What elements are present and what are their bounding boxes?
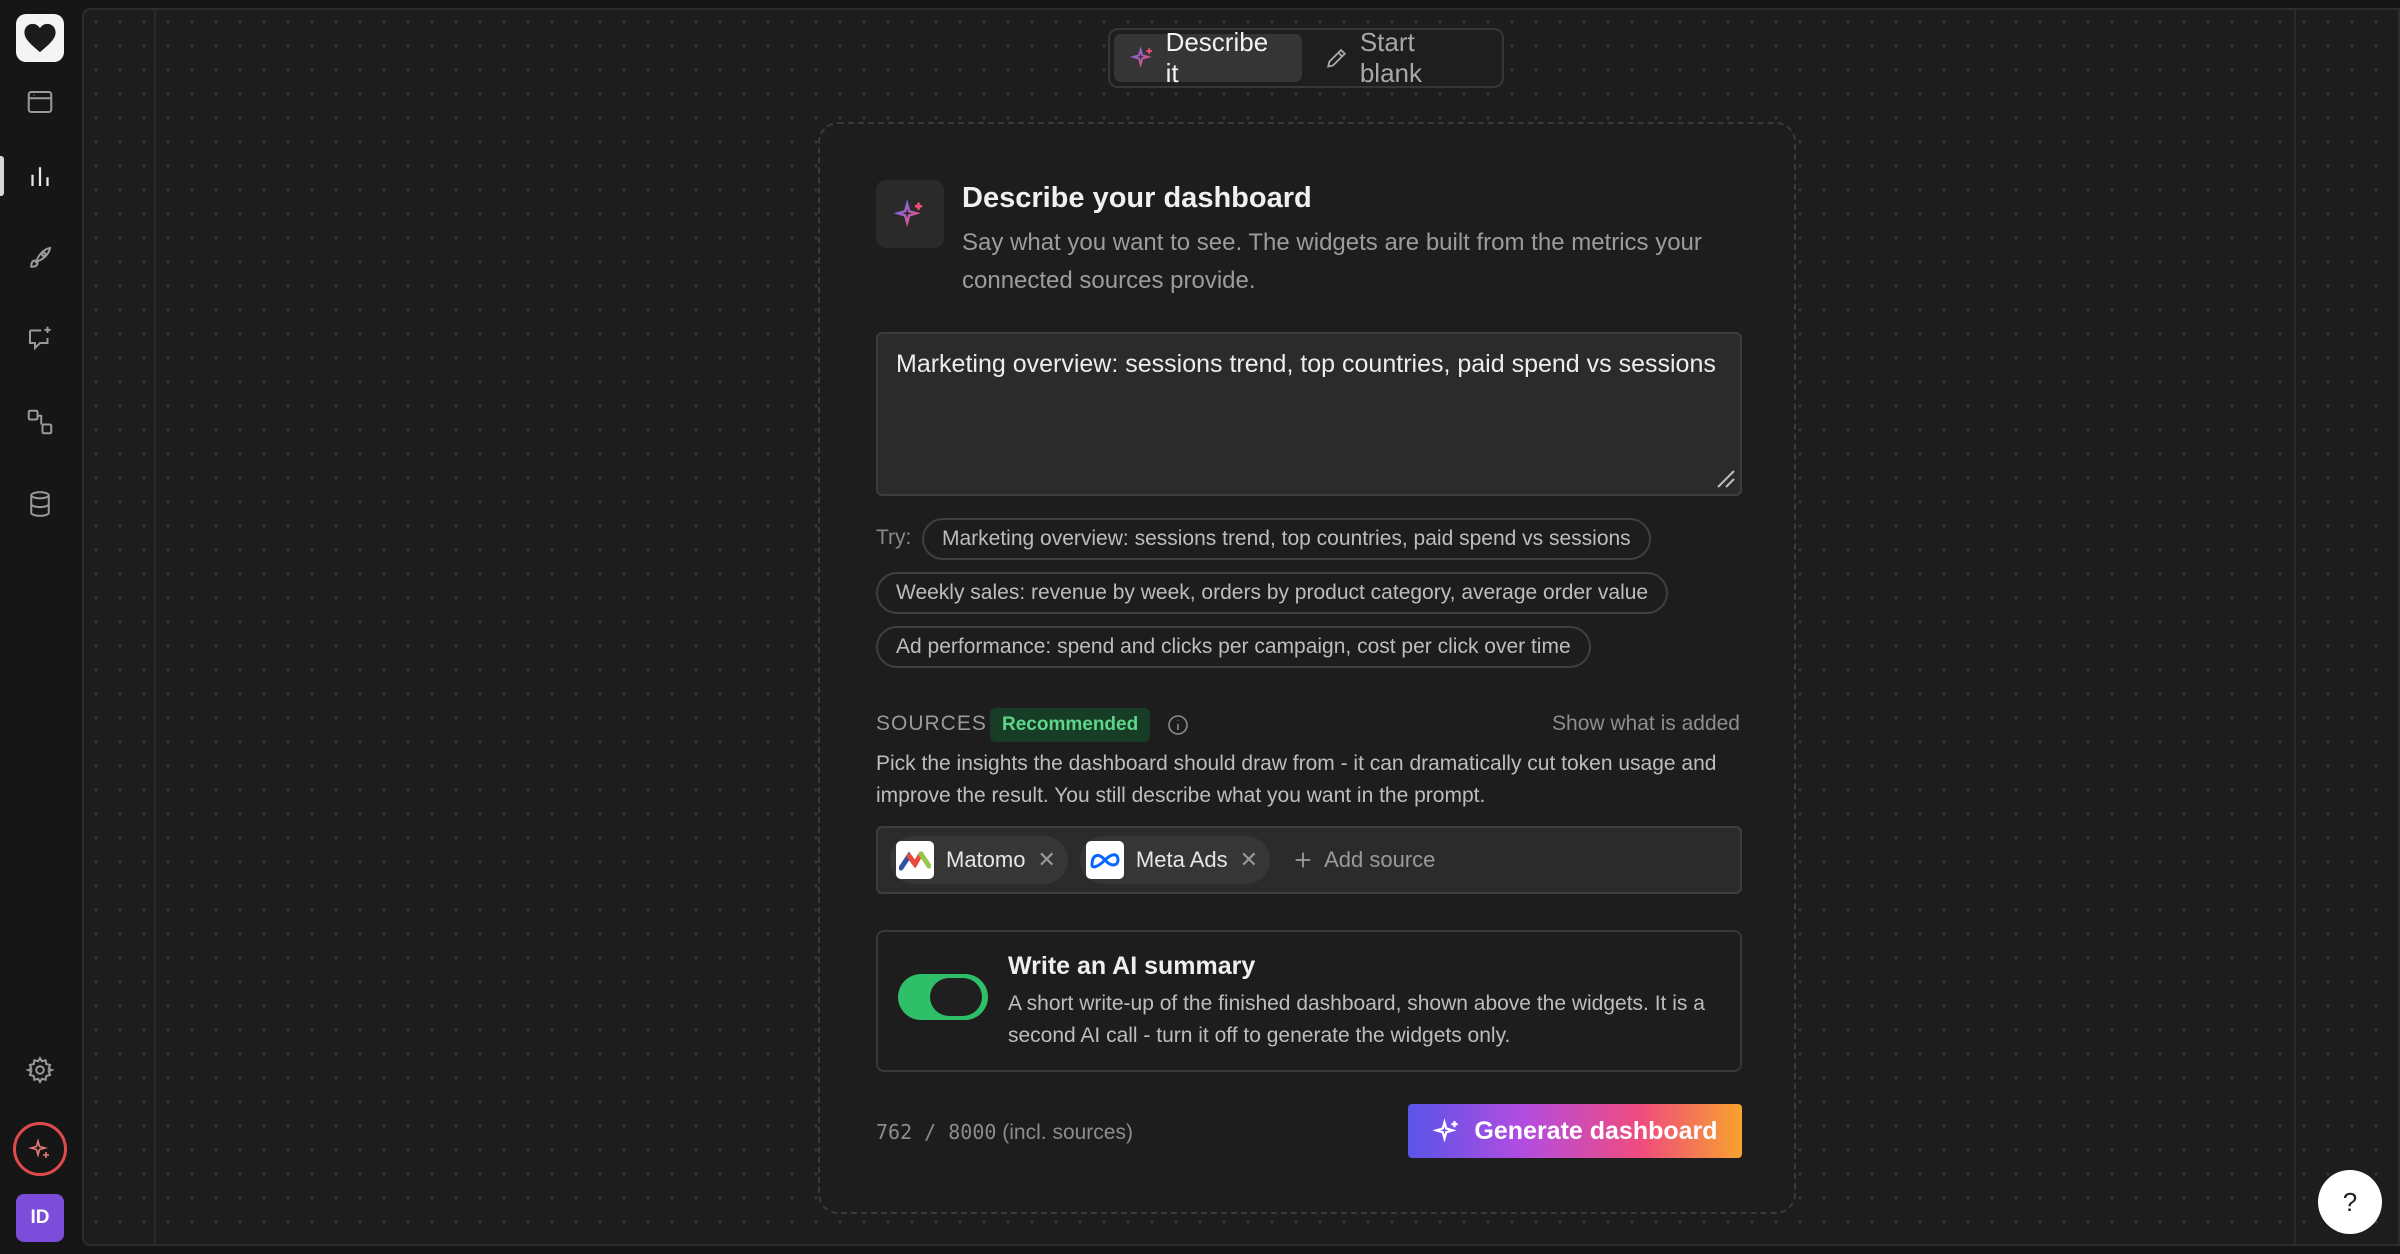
gear-icon — [25, 1056, 55, 1084]
sources-input[interactable]: Matomo ✕ Meta Ads ✕ Add source — [876, 826, 1742, 894]
plus-icon — [1295, 852, 1311, 868]
sources-label: SOURCES — [876, 712, 987, 735]
ai-summary-description: A short write-up of the finished dashboa… — [1008, 992, 1705, 1047]
canvas-guide-right — [2294, 10, 2296, 1244]
describe-dashboard-card: Describe your dashboard Say what you wan… — [818, 122, 1796, 1214]
card-sparkle-icon — [876, 180, 944, 248]
char-count-value: 762 / 8000 — [876, 1120, 997, 1144]
prompt-input[interactable]: Marketing overview: sessions trend, top … — [876, 332, 1742, 496]
show-what-is-added-link[interactable]: Show what is added — [1552, 712, 1740, 736]
suggestion-chip[interactable]: Weekly sales: revenue by week, orders by… — [876, 572, 1669, 614]
card-title: Describe your dashboard — [962, 182, 1312, 214]
ai-summary-toggle[interactable] — [898, 974, 988, 1020]
add-source-button[interactable]: Add source — [1292, 847, 1435, 873]
sidebar-item-pages[interactable] — [18, 80, 62, 124]
active-indicator — [0, 156, 4, 196]
sparkle-icon — [28, 1137, 49, 1159]
add-source-label: Add source — [1324, 847, 1436, 872]
ai-summary-option: Write an AI summary A short write-up of … — [876, 930, 1742, 1072]
info-icon[interactable] — [1166, 713, 1190, 737]
browser-window-icon — [27, 91, 53, 113]
card-subtitle: Say what you want to see. The widgets ar… — [962, 229, 1702, 294]
ai-assistant-button[interactable] — [13, 1122, 67, 1176]
canvas-guide-left — [154, 10, 156, 1244]
suggestion-chip[interactable]: Marketing overview: sessions trend, top … — [922, 518, 1651, 560]
chat-sparkle-icon — [29, 326, 51, 351]
connections-icon — [27, 409, 53, 435]
bar-chart-icon — [31, 167, 49, 186]
sidebar-item-data[interactable] — [18, 482, 62, 526]
mode-toggle: Describe it Start blank — [1108, 27, 1504, 88]
sidebar-item-chat[interactable] — [18, 316, 62, 360]
source-tag-label: Matomo — [946, 847, 1026, 872]
help-button[interactable]: ? — [2318, 1170, 2382, 1234]
sidebar-item-launch[interactable] — [18, 236, 62, 280]
sparkle-icon — [893, 199, 923, 228]
source-tag-label: Meta Ads — [1135, 847, 1228, 872]
char-count-suffix: (incl. sources) — [1002, 1121, 1133, 1144]
avatar[interactable]: ID — [16, 1194, 64, 1242]
settings-button[interactable] — [18, 1048, 62, 1092]
try-label: Try: — [876, 526, 912, 549]
recommended-badge: Recommended — [990, 708, 1151, 742]
suggestion-chip[interactable]: Ad performance: spend and clicks per cam… — [876, 626, 1591, 668]
start-blank-tab[interactable]: Start blank — [1308, 27, 1498, 88]
matomo-logo-icon — [896, 841, 934, 879]
ai-summary-title: Write an AI summary — [1008, 952, 1256, 980]
describe-it-label: Describe it — [1165, 27, 1269, 88]
heart-icon — [24, 23, 56, 53]
meta-logo-icon — [1085, 841, 1124, 879]
remove-source-icon[interactable]: ✕ — [1037, 847, 1055, 873]
start-blank-label: Start blank — [1359, 27, 1422, 88]
sidebar-item-integrations[interactable] — [18, 400, 62, 444]
sidebar-item-dashboards[interactable] — [18, 154, 62, 198]
database-icon — [30, 491, 50, 517]
main-canvas: Describe it Start blank Describe your da… — [82, 8, 2400, 1246]
sidebar: ID — [0, 0, 80, 1254]
describe-it-tab[interactable]: Describe it — [1114, 27, 1303, 88]
source-tag-matomo: Matomo ✕ — [890, 836, 1068, 884]
app-logo[interactable] — [16, 14, 64, 62]
sparkle-icon — [1432, 1118, 1459, 1143]
remove-source-icon[interactable]: ✕ — [1240, 847, 1258, 873]
resize-grip-icon[interactable] — [1716, 469, 1736, 489]
sources-description: Pick the insights the dashboard should d… — [876, 752, 1717, 807]
toggle-knob — [930, 978, 982, 1016]
generate-dashboard-button[interactable]: Generate dashboard — [1408, 1104, 1742, 1158]
generate-dashboard-label: Generate dashboard — [1474, 1116, 1718, 1145]
sparkle-icon — [1130, 45, 1152, 69]
rocket-icon — [30, 246, 52, 268]
source-tag-meta-ads: Meta Ads ✕ — [1079, 836, 1271, 884]
char-count: 762 / 8000 (incl. sources) — [876, 1120, 1133, 1145]
pencil-icon — [1327, 48, 1347, 68]
